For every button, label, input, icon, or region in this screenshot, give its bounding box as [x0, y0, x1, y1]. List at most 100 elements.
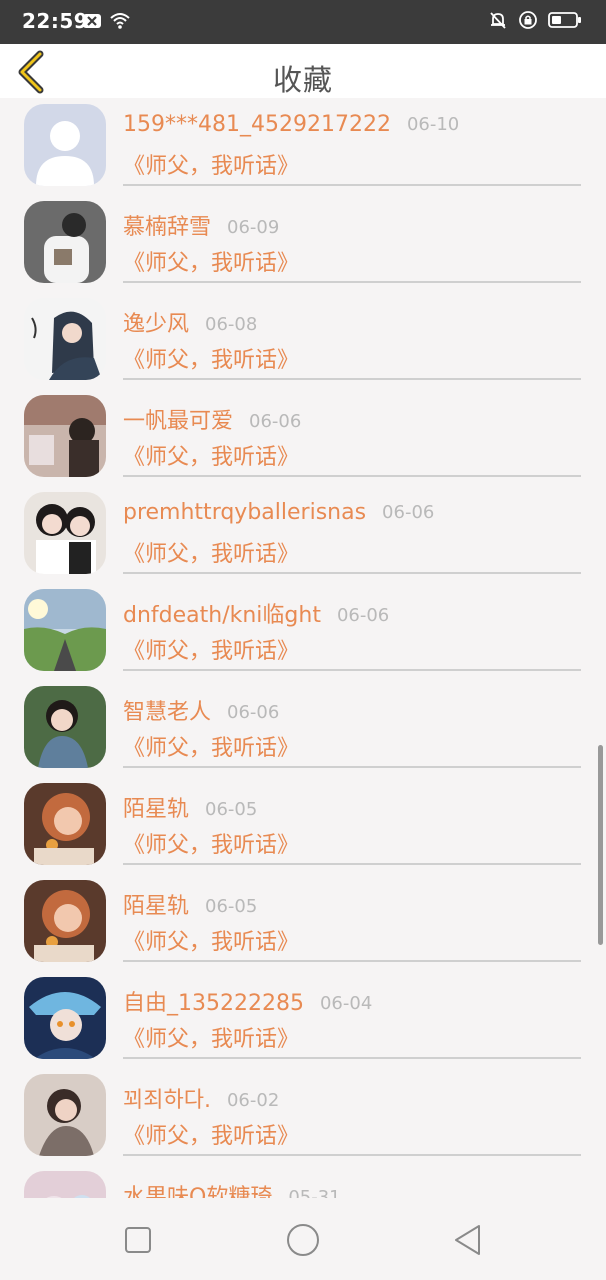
home-button[interactable]	[283, 1220, 323, 1260]
item-date: 06-06	[227, 702, 280, 723]
item-date: 06-10	[406, 114, 460, 135]
home-circle-icon	[287, 1224, 319, 1256]
favorite-title[interactable]: 《师父，我听话》	[123, 633, 299, 665]
avatar[interactable]	[24, 104, 106, 186]
recents-button[interactable]	[118, 1220, 158, 1260]
user-name[interactable]: 꾀죄하다. 06-02	[123, 1082, 279, 1114]
status-time: 22:59	[22, 9, 89, 33]
divider	[123, 1154, 581, 1156]
user-name[interactable]: 自由_135222285 06-04	[123, 985, 372, 1017]
list-item[interactable]: 陌星轨 06-05 《师父，我听话》	[0, 874, 606, 971]
favorite-title[interactable]: 《师父，我听话》	[123, 1021, 299, 1053]
item-date: 05-31	[288, 1187, 341, 1198]
user-name[interactable]: 水果味Q软糖琦 05-31	[123, 1179, 341, 1198]
avatar[interactable]	[24, 395, 106, 477]
user-name[interactable]: 159***481_4529217222 06-10	[123, 112, 459, 137]
list-item[interactable]: 水果味Q软糖琦 05-31	[0, 1165, 606, 1198]
favorite-title[interactable]: 《师父，我听话》	[123, 827, 299, 859]
favorite-title[interactable]: 《师父，我听话》	[123, 924, 299, 956]
divider	[123, 669, 581, 671]
user-name[interactable]: 逸少风 06-08	[123, 306, 257, 338]
divider	[123, 281, 581, 283]
user-name[interactable]: 慕楠辞雪 06-09	[123, 209, 279, 241]
list-item[interactable]: dnfdeath/kni临ght 06-06 《师父，我听话》	[0, 583, 606, 680]
item-date: 06-05	[205, 896, 258, 917]
item-date: 06-06	[336, 605, 390, 626]
avatar-photo	[24, 589, 106, 671]
avatar-photo	[24, 201, 106, 283]
avatar[interactable]	[24, 1171, 106, 1198]
header-bar: 收藏	[0, 44, 606, 98]
user-name[interactable]: 陌星轨 06-05	[123, 791, 257, 823]
avatar-photo	[24, 783, 106, 865]
avatar[interactable]	[24, 1074, 106, 1156]
page-title: 收藏	[272, 63, 333, 97]
avatar-photo	[24, 492, 106, 574]
avatar-photo	[24, 1074, 106, 1156]
list-item[interactable]: 一帆最可爱 06-06 《师父，我听话》	[0, 389, 606, 486]
list-item[interactable]: 慕楠辞雪 06-09 《师父，我听话》	[0, 195, 606, 292]
avatar-photo	[24, 395, 106, 477]
list-item[interactable]: 逸少风 06-08 《师父，我听话》	[0, 292, 606, 389]
list-item[interactable]: 159***481_4529217222 06-10 《师父，我听话》	[0, 98, 606, 195]
notification-close-icon	[83, 14, 101, 28]
system-back-button[interactable]	[448, 1220, 488, 1260]
user-name[interactable]: 陌星轨 06-05	[123, 888, 257, 920]
avatar-photo	[24, 880, 106, 962]
back-triangle-icon	[455, 1225, 480, 1255]
favorites-list[interactable]: 159***481_4529217222 06-10 《师父，我听话》 慕楠辞雪 0…	[0, 98, 606, 1198]
item-date: 06-02	[226, 1090, 280, 1111]
divider	[123, 475, 581, 477]
avatar-photo	[24, 1171, 106, 1198]
avatar[interactable]	[24, 492, 106, 574]
divider	[123, 378, 581, 380]
user-name[interactable]: 智慧老人 06-06	[123, 694, 279, 726]
avatar[interactable]	[24, 686, 106, 768]
list-item[interactable]: premhttrqyballerisnas 06-06 《师父，我听话》	[0, 486, 606, 583]
navigation-bar	[0, 1198, 606, 1280]
list-item[interactable]: 陌星轨 06-05 《师父，我听话》	[0, 777, 606, 874]
item-date: 06-04	[319, 993, 373, 1014]
user-name[interactable]: dnfdeath/kni临ght 06-06	[123, 597, 389, 629]
lock-rotation-icon	[519, 11, 537, 29]
item-date: 06-09	[227, 217, 280, 238]
list-item[interactable]: 꾀죄하다. 06-02 《师父，我听话》	[0, 1068, 606, 1165]
favorite-title[interactable]: 《师父，我听话》	[123, 536, 299, 568]
avatar[interactable]	[24, 298, 106, 380]
favorite-title[interactable]: 《师父，我听话》	[123, 730, 299, 762]
scrollbar[interactable]	[598, 745, 603, 945]
favorite-title[interactable]: 《师父，我听话》	[123, 342, 299, 374]
favorite-title[interactable]: 《师父，我听话》	[123, 245, 299, 277]
divider	[123, 184, 581, 186]
user-name[interactable]: 一帆最可爱 06-06	[123, 403, 301, 435]
battery-icon	[548, 12, 581, 28]
avatar[interactable]	[24, 977, 106, 1059]
item-date: 06-06	[249, 411, 302, 432]
divider	[123, 1057, 581, 1059]
avatar-photo	[24, 686, 106, 768]
avatar-photo	[24, 977, 106, 1059]
avatar[interactable]	[24, 201, 106, 283]
default-avatar-icon	[24, 104, 106, 186]
avatar[interactable]	[24, 783, 106, 865]
list-item[interactable]: 智慧老人 06-06 《师父，我听话》	[0, 680, 606, 777]
avatar-photo	[24, 298, 106, 380]
wifi-icon	[110, 13, 130, 29]
divider	[123, 766, 581, 768]
recents-square-icon	[125, 1227, 151, 1253]
item-date: 06-06	[382, 502, 435, 523]
item-date: 06-08	[205, 314, 258, 335]
favorite-title[interactable]: 《师父，我听话》	[123, 439, 299, 471]
divider	[123, 572, 581, 574]
status-bar: 22:59	[0, 0, 606, 44]
user-name[interactable]: premhttrqyballerisnas 06-06	[123, 500, 434, 525]
mute-bell-icon	[490, 12, 506, 29]
favorite-title[interactable]: 《师父，我听话》	[123, 1118, 299, 1150]
divider	[123, 863, 581, 865]
favorite-title[interactable]: 《师父，我听话》	[123, 148, 299, 180]
list-item[interactable]: 自由_135222285 06-04 《师父，我听话》	[0, 971, 606, 1068]
divider	[123, 960, 581, 962]
avatar[interactable]	[24, 880, 106, 962]
avatar[interactable]	[24, 589, 106, 671]
item-date: 06-05	[205, 799, 258, 820]
